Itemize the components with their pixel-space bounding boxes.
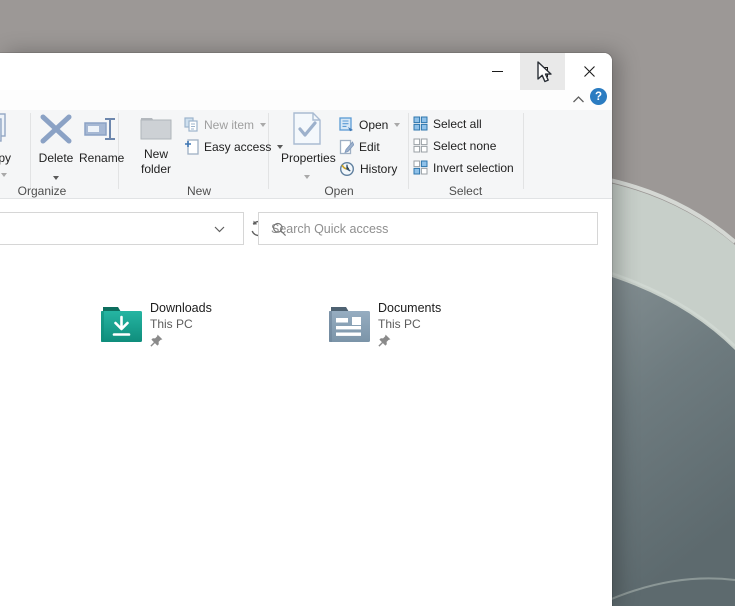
group-label-organize: Organize xyxy=(0,184,84,198)
select-none-label: Select none xyxy=(433,139,496,153)
open-button[interactable]: Open xyxy=(339,116,400,133)
group-label-open: Open xyxy=(280,184,398,198)
easy-access-button[interactable]: Easy access xyxy=(184,138,283,155)
select-all-label: Select all xyxy=(433,117,482,131)
address-bar[interactable] xyxy=(0,212,244,245)
quick-access-tile-documents[interactable]: Documents This PC xyxy=(324,298,534,398)
select-all-button[interactable]: Select all xyxy=(413,115,482,132)
search-icon xyxy=(272,222,287,237)
navigation-row xyxy=(0,199,612,258)
invert-selection-icon xyxy=(413,160,428,175)
new-folder-icon xyxy=(140,115,172,141)
new-folder-button[interactable]: New folder xyxy=(131,111,181,183)
documents-folder-icon xyxy=(328,306,371,343)
pinned-icon xyxy=(150,334,163,347)
new-item-button[interactable]: New item xyxy=(184,116,266,133)
edit-label: Edit xyxy=(359,140,380,154)
downloads-folder-icon xyxy=(100,306,143,343)
rename-label: Rename xyxy=(79,152,121,165)
item-location: This PC xyxy=(150,317,193,331)
quick-access-tile-downloads[interactable]: Downloads This PC xyxy=(96,298,306,398)
mouse-cursor xyxy=(534,60,556,84)
new-item-label: New item xyxy=(204,118,254,132)
ribbon-separator xyxy=(30,113,31,189)
properties-label: Properties xyxy=(281,152,333,165)
copy-to-label-line2: to xyxy=(0,167,28,180)
history-label: History xyxy=(360,162,397,176)
pinned-icon xyxy=(378,334,391,347)
properties-button[interactable]: Properties xyxy=(281,111,333,183)
delete-icon xyxy=(37,113,75,145)
minimize-button[interactable] xyxy=(475,53,520,90)
easy-access-label: Easy access xyxy=(204,140,271,154)
open-icon xyxy=(339,117,354,132)
new-folder-label-line1: New xyxy=(131,148,181,161)
title-bar[interactable] xyxy=(0,53,612,90)
delete-label: Delete xyxy=(33,152,79,165)
copy-to-label-line1: Copy xyxy=(0,152,28,165)
search-box[interactable] xyxy=(258,212,598,245)
collapse-ribbon-chevron-icon[interactable] xyxy=(572,95,585,104)
ribbon-separator xyxy=(523,113,524,189)
rename-icon xyxy=(82,113,118,145)
invert-selection-label: Invert selection xyxy=(433,161,514,175)
dropdown-caret-icon xyxy=(260,123,266,127)
group-label-new: New xyxy=(140,184,258,198)
close-icon xyxy=(584,66,595,77)
invert-selection-button[interactable]: Invert selection xyxy=(413,159,514,176)
history-icon xyxy=(339,161,355,177)
rename-button[interactable]: Rename xyxy=(79,111,121,183)
open-label: Open xyxy=(359,118,388,132)
copy-to-icon xyxy=(0,113,12,145)
easy-access-icon xyxy=(184,139,199,155)
select-all-icon xyxy=(413,116,428,131)
close-button[interactable] xyxy=(566,53,612,90)
select-none-icon xyxy=(413,138,428,153)
select-none-button[interactable]: Select none xyxy=(413,137,496,154)
dropdown-caret-icon xyxy=(53,176,59,180)
dropdown-caret-icon xyxy=(304,175,310,179)
minimize-icon xyxy=(492,71,503,72)
item-name: Documents xyxy=(378,301,441,315)
ribbon: Copy to Delete Rename Organize xyxy=(0,110,612,199)
history-button[interactable]: History xyxy=(339,160,397,177)
ribbon-tab-row: ? xyxy=(0,90,612,110)
search-input[interactable] xyxy=(271,222,597,236)
dropdown-caret-icon xyxy=(394,123,400,127)
edit-icon xyxy=(339,139,354,155)
delete-button[interactable]: Delete xyxy=(33,111,79,183)
address-dropdown-chevron-icon[interactable] xyxy=(214,226,225,233)
file-explorer-window: ? Copy to Delete xyxy=(0,53,612,606)
edit-button[interactable]: Edit xyxy=(339,138,380,155)
help-button[interactable]: ? xyxy=(590,88,607,105)
file-list: Downloads This PC Docume xyxy=(0,258,612,606)
group-label-select: Select xyxy=(408,184,523,198)
new-item-icon xyxy=(184,117,199,132)
copy-to-button[interactable]: Copy to xyxy=(0,111,28,183)
item-location: This PC xyxy=(378,317,421,331)
new-folder-label-line2: folder xyxy=(131,163,181,176)
item-name: Downloads xyxy=(150,301,212,315)
ribbon-separator xyxy=(408,113,409,189)
properties-icon xyxy=(293,112,321,145)
dropdown-caret-icon xyxy=(1,173,7,177)
